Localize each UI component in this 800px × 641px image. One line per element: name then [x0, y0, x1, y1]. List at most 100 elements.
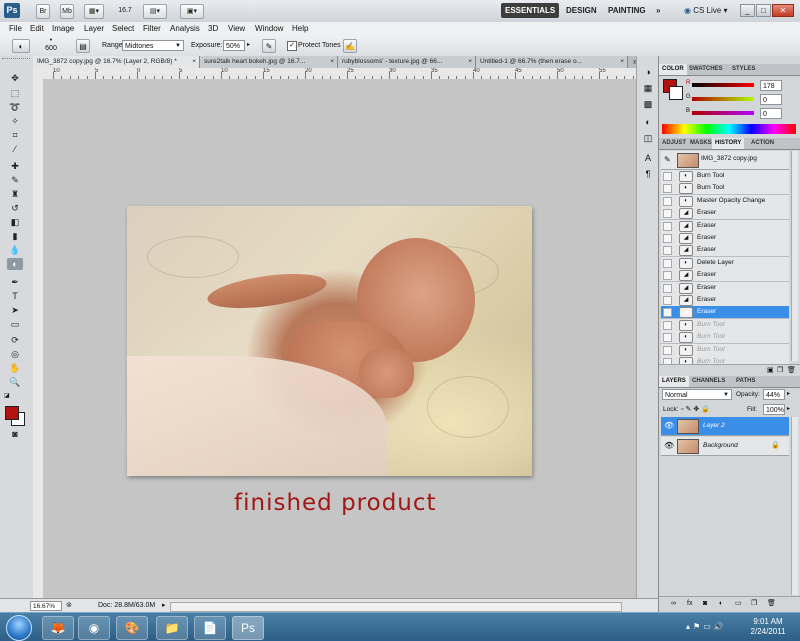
history-snapshot[interactable]: ✎ IMG_3872 copy.jpg: [661, 151, 789, 170]
workspace-painting[interactable]: PAINTING: [604, 3, 650, 18]
tool-preset-picker[interactable]: ◐: [12, 39, 30, 53]
history-item[interactable]: ◐Burn Tool: [661, 331, 789, 344]
maximize-button[interactable]: □: [756, 4, 771, 17]
paint-icon[interactable]: 🎨: [116, 616, 148, 640]
menu-filter[interactable]: Filter: [143, 23, 161, 35]
history-brush-source-box[interactable]: [663, 209, 672, 218]
opacity-arrow-icon[interactable]: ▸: [787, 390, 790, 397]
new-document-icon[interactable]: ❐: [777, 366, 783, 374]
history-item[interactable]: ◢Eraser: [661, 282, 789, 295]
new-layer-icon[interactable]: ❐: [751, 597, 757, 611]
menu-view[interactable]: View: [228, 23, 245, 35]
path-selection-tool-icon[interactable]: ➤: [7, 304, 23, 316]
r-slider[interactable]: [692, 83, 754, 87]
menu-help[interactable]: Help: [292, 23, 308, 35]
start-button[interactable]: [6, 615, 32, 641]
quick-mask-icon[interactable]: ◙: [7, 428, 23, 440]
eraser-tool-icon[interactable]: ◧: [7, 216, 23, 228]
exposure-input[interactable]: 50%: [223, 40, 245, 51]
marquee-tool-icon[interactable]: ⬚: [7, 87, 23, 99]
r-value-input[interactable]: 178: [760, 80, 782, 91]
type-tool-icon[interactable]: T: [7, 290, 23, 302]
tab-paths[interactable]: PATHS: [733, 376, 758, 387]
shape-tool-icon[interactable]: ▭: [7, 318, 23, 330]
history-brush-source-box[interactable]: [663, 284, 672, 293]
swatches-icon[interactable]: ▦: [642, 82, 654, 94]
brush-panel-toggle[interactable]: ▤: [76, 39, 90, 53]
blur-tool-icon[interactable]: 💧: [7, 244, 23, 256]
history-brush-source-box[interactable]: [663, 346, 672, 355]
history-brush-source-box[interactable]: [663, 321, 672, 330]
adjustments-icon[interactable]: ◐: [642, 116, 654, 128]
doc-tab[interactable]: rubyblossoms' - texture.jpg @ 66...×: [338, 56, 476, 68]
hand-tool-icon[interactable]: ✋: [7, 362, 23, 374]
menu-3d[interactable]: 3D: [208, 23, 218, 35]
fill-input[interactable]: 100%: [763, 404, 785, 415]
menu-edit[interactable]: Edit: [30, 23, 44, 35]
zoom-level[interactable]: 16.7: [113, 4, 137, 17]
history-brush-source-box[interactable]: [663, 184, 672, 193]
lock-icons[interactable]: ▫✎✥🔒: [681, 405, 712, 413]
range-select[interactable]: Midtones▼: [122, 40, 184, 51]
history-brush-source-box[interactable]: [663, 172, 672, 181]
history-item[interactable]: ◐Burn Tool: [661, 170, 789, 183]
history-brush-source-box[interactable]: [663, 246, 672, 255]
tab-actions[interactable]: ACTION: [748, 138, 777, 149]
history-item[interactable]: ◢Eraser: [661, 207, 789, 220]
add-mask-icon[interactable]: ◙: [703, 597, 707, 611]
history-item[interactable]: ◐Burn Tool: [661, 344, 789, 357]
menu-file[interactable]: File: [9, 23, 22, 35]
arrange-documents-button[interactable]: ▤▾: [143, 4, 167, 19]
delete-layer-icon[interactable]: 🗑: [767, 597, 776, 611]
fill-arrow-icon[interactable]: ▸: [787, 405, 790, 412]
tray-icons[interactable]: ▴⚑▭🔊: [686, 622, 727, 631]
layer-style-icon[interactable]: fx: [687, 597, 692, 611]
tablet-pressure-button[interactable]: ✍: [343, 39, 357, 53]
g-value-input[interactable]: 0: [760, 94, 782, 105]
workspace-design[interactable]: DESIGN: [562, 3, 601, 18]
pen-tool-icon[interactable]: ✒: [7, 276, 23, 288]
layer-row[interactable]: 👁Layer 2: [661, 417, 789, 436]
horizontal-scrollbar[interactable]: [170, 602, 622, 612]
paragraph-icon[interactable]: ¶: [642, 168, 654, 180]
photoshop-icon[interactable]: Ps: [232, 616, 264, 640]
doc-tab[interactable]: Untitled-1 @ 66.7% (then erase o...×: [476, 56, 628, 68]
eye-icon[interactable]: 👁: [664, 421, 673, 430]
tab-color[interactable]: COLOR: [659, 64, 687, 75]
bridge-button[interactable]: Br: [36, 4, 50, 19]
layers-scrollbar[interactable]: [791, 417, 798, 595]
tab-layers[interactable]: LAYERS: [659, 376, 689, 387]
toolbar-grip[interactable]: [2, 58, 30, 63]
history-brush-source-box[interactable]: [663, 259, 672, 268]
minimize-button[interactable]: _: [740, 4, 755, 17]
close-button[interactable]: ✕: [772, 4, 794, 17]
brush-picker[interactable]: •600: [44, 37, 58, 53]
g-slider[interactable]: [692, 97, 754, 101]
blend-mode-select[interactable]: Normal▼: [662, 389, 732, 400]
dodge-tool-icon[interactable]: ◐: [7, 258, 23, 270]
tab-swatches[interactable]: SWATCHES: [686, 64, 726, 75]
close-icon[interactable]: ×: [620, 56, 624, 68]
menu-analysis[interactable]: Analysis: [170, 23, 200, 35]
history-item[interactable]: ◐Burn Tool: [661, 182, 789, 195]
layer-name[interactable]: Background: [703, 437, 738, 455]
eye-icon[interactable]: 👁: [664, 441, 673, 450]
lasso-tool-icon[interactable]: ➰: [7, 101, 23, 113]
cs-live-button[interactable]: ◉ CS Live ▾: [680, 3, 731, 18]
tab-adjust[interactable]: ADJUST: [659, 138, 689, 149]
crop-tool-icon[interactable]: ⌗: [7, 129, 23, 141]
color-spectrum-ramp[interactable]: [662, 124, 796, 134]
close-icon[interactable]: ×: [330, 56, 334, 68]
delete-icon[interactable]: 🗑: [787, 366, 796, 374]
color-panel-icon[interactable]: ◑: [642, 66, 654, 78]
link-layers-icon[interactable]: ∞: [671, 597, 676, 611]
chrome-icon[interactable]: ◉: [78, 616, 110, 640]
history-scrollbar[interactable]: [791, 151, 798, 361]
more-workspaces-button[interactable]: »: [652, 3, 664, 18]
history-brush-source-box[interactable]: [663, 234, 672, 243]
document-icon[interactable]: 📄: [194, 616, 226, 640]
menu-select[interactable]: Select: [112, 23, 134, 35]
history-brush-source-box[interactable]: [663, 333, 672, 342]
layer-row[interactable]: 👁Background🔒: [661, 437, 789, 456]
zoom-tool-icon[interactable]: 🔍: [7, 376, 23, 388]
